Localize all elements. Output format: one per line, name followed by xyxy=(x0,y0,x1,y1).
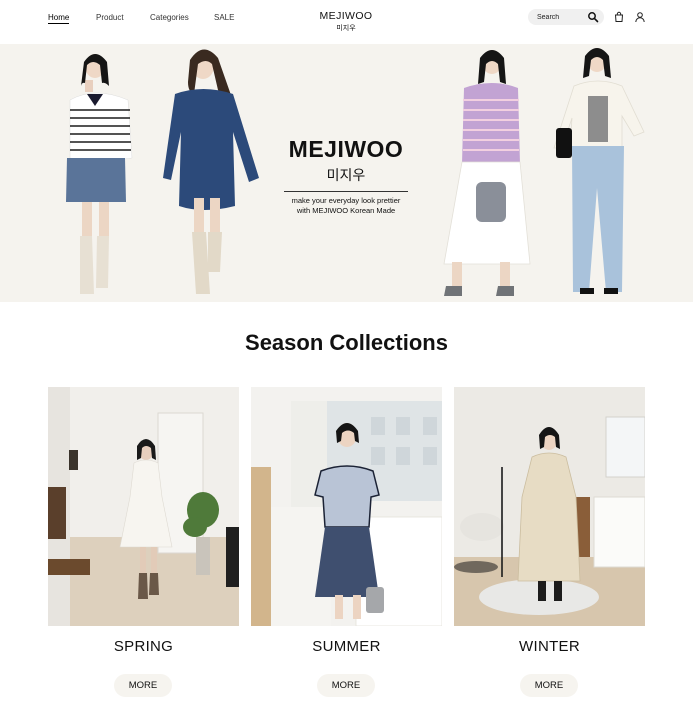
season-collections-title: Season Collections xyxy=(245,330,448,355)
hero-brand-title: MEJIWOO xyxy=(288,136,404,162)
nav-sale-link[interactable]: SALE xyxy=(214,13,234,22)
nav-home-link[interactable]: Home xyxy=(48,13,70,24)
season-card-winter: WINTER MORE xyxy=(454,387,645,697)
site-header: Home Product Categories SALE MEJIWOO 미지우 xyxy=(0,0,693,44)
spring-photo[interactable] xyxy=(48,387,239,626)
season-card-spring: SPRING MORE xyxy=(48,387,239,697)
hero-model-4-figure xyxy=(553,48,645,294)
hero-title-block: MEJIWOO 미지우 make your everyday look pret… xyxy=(282,136,410,216)
site-logo[interactable]: MEJIWOO 미지우 xyxy=(300,10,392,33)
spring-more-button[interactable]: MORE xyxy=(114,674,172,697)
spring-label: SPRING xyxy=(113,638,174,655)
nav-product-link[interactable]: Product xyxy=(96,13,124,22)
search-input[interactable] xyxy=(537,11,587,23)
search-icon[interactable] xyxy=(587,11,599,23)
winter-more-button[interactable]: MORE xyxy=(520,674,578,697)
search-box[interactable] xyxy=(528,9,604,25)
user-icon[interactable] xyxy=(634,11,646,23)
logo-text: MEJIWOO xyxy=(319,10,373,22)
hero-divider xyxy=(284,191,408,192)
hero-tagline-line-2: with MEJIWOO Korean Made xyxy=(296,206,396,215)
season-card-summer: SUMMER MORE xyxy=(251,387,442,697)
summer-photo[interactable] xyxy=(251,387,442,626)
summer-more-button[interactable]: MORE xyxy=(317,674,375,697)
summer-label: SUMMER xyxy=(312,638,381,655)
logo-korean-text: 미지우 xyxy=(336,24,356,32)
winter-photo[interactable] xyxy=(454,387,645,626)
winter-label: WINTER xyxy=(519,638,580,655)
hero-tagline-line-1: make your everyday look prettier xyxy=(291,196,401,205)
hero-model-3-figure xyxy=(443,50,531,296)
hero-brand-korean: 미지우 xyxy=(326,168,366,184)
nav-categories-link[interactable]: Categories xyxy=(150,13,189,22)
hero-banner: MEJIWOO 미지우 make your everyday look pret… xyxy=(0,44,693,302)
hero-model-2-figure xyxy=(163,49,259,294)
hero-model-1-figure xyxy=(66,54,133,294)
shopping-bag-icon[interactable] xyxy=(613,11,625,23)
